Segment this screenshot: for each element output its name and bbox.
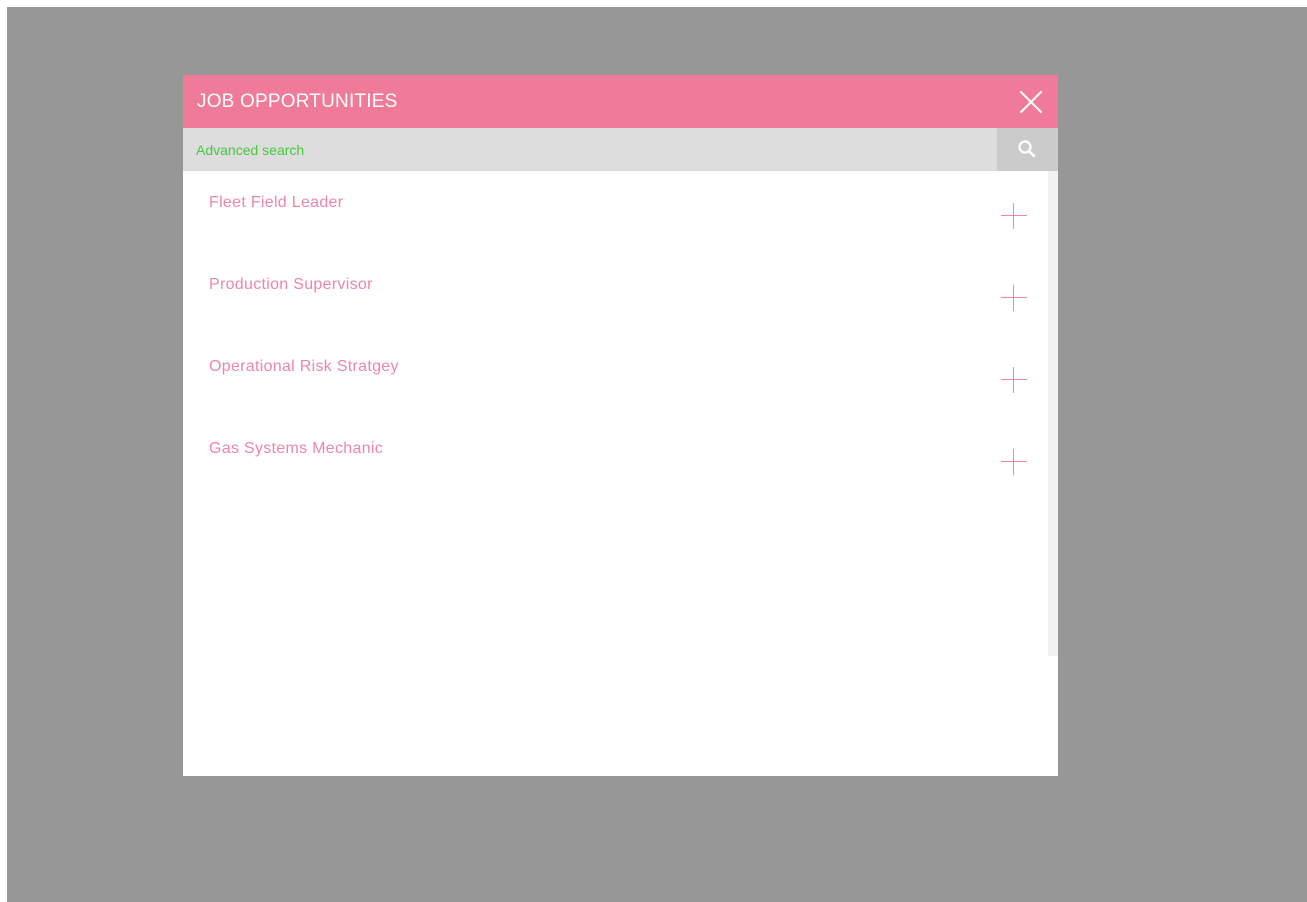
plus-icon[interactable] bbox=[1001, 367, 1027, 393]
plus-icon[interactable] bbox=[1001, 449, 1027, 475]
job-list: Fleet Field Leader Production Supervisor… bbox=[183, 171, 1048, 776]
list-item[interactable]: Operational Risk Stratgey bbox=[183, 335, 1048, 417]
plus-icon[interactable] bbox=[1001, 285, 1027, 311]
job-title[interactable]: Fleet Field Leader bbox=[209, 194, 343, 212]
job-title[interactable]: Production Supervisor bbox=[209, 276, 373, 294]
search-bar: Advanced search bbox=[183, 128, 1058, 171]
advanced-search-link[interactable]: Advanced search bbox=[196, 142, 304, 158]
list-item[interactable]: Gas Systems Mechanic bbox=[183, 417, 1048, 499]
job-title[interactable]: Operational Risk Stratgey bbox=[209, 358, 399, 376]
search-button[interactable] bbox=[997, 128, 1058, 171]
modal-header: JOB OPPORTUNITIES bbox=[183, 75, 1058, 128]
scrollbar-thumb[interactable] bbox=[1048, 171, 1058, 656]
modal-title: JOB OPPORTUNITIES bbox=[197, 91, 398, 112]
list-item[interactable]: Fleet Field Leader bbox=[183, 171, 1048, 253]
search-icon bbox=[1018, 140, 1036, 158]
job-opportunities-modal: JOB OPPORTUNITIES Advanced search Fleet … bbox=[183, 75, 1058, 776]
close-icon[interactable] bbox=[1018, 89, 1044, 115]
job-title[interactable]: Gas Systems Mechanic bbox=[209, 440, 383, 458]
plus-icon[interactable] bbox=[1001, 203, 1027, 229]
list-item[interactable]: Production Supervisor bbox=[183, 253, 1048, 335]
